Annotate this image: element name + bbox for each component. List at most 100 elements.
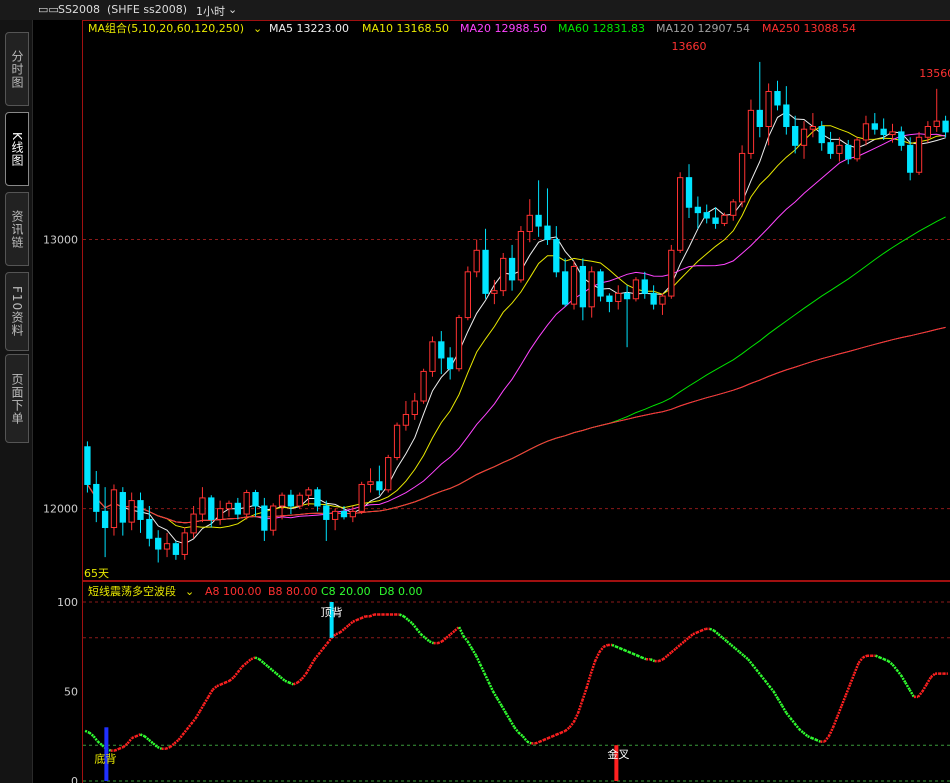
candle <box>190 505 197 539</box>
osc-segment <box>543 736 549 741</box>
candle-body <box>809 126 817 130</box>
osc-segment <box>900 674 907 684</box>
osc-segment <box>738 651 745 657</box>
osc-segment <box>360 615 367 620</box>
osc-segment <box>326 637 333 644</box>
osc-segment <box>470 647 478 657</box>
candle-body <box>464 271 471 319</box>
candle <box>110 484 118 536</box>
osc-plot-frame <box>82 581 950 783</box>
osc-segment <box>552 733 558 738</box>
osc-segment <box>815 738 821 743</box>
indicator-selector[interactable]: 短线震荡多空波段 <box>88 584 176 598</box>
osc-segment <box>399 613 405 618</box>
osc-segment <box>883 658 889 663</box>
candle <box>650 285 657 310</box>
osc-segment <box>424 636 431 643</box>
candle-body <box>597 271 604 297</box>
osc-segment <box>755 669 762 677</box>
osc-segment <box>615 645 622 650</box>
candle-body <box>376 481 383 491</box>
osc-segment <box>420 633 426 639</box>
candle <box>880 118 887 140</box>
osc-segment <box>343 624 350 630</box>
candle-body <box>765 91 772 128</box>
osc-segment <box>717 633 724 639</box>
candle <box>367 468 374 493</box>
osc-segment <box>807 735 813 740</box>
chart-area[interactable]: 12000 13000 MA组合(5,10,20,60,120,250) ⌄ MA5 … <box>0 0 950 783</box>
candle <box>703 204 710 224</box>
bottom-divergence-label: 底背 <box>94 752 116 766</box>
candle <box>358 481 365 515</box>
candle <box>526 199 533 243</box>
osc-segment <box>658 658 664 663</box>
osc-segment <box>509 719 516 728</box>
osc-segment <box>347 620 354 627</box>
osc-segment <box>666 651 673 657</box>
candle-body <box>137 500 144 520</box>
candle-body <box>500 257 507 292</box>
osc-segment <box>670 647 677 654</box>
candle-body <box>216 508 224 520</box>
candle-body <box>606 295 613 302</box>
candle <box>730 199 737 221</box>
osc-segment <box>675 644 681 650</box>
osc-segment <box>126 737 133 745</box>
osc-segment <box>747 658 754 666</box>
osc-segment <box>721 636 728 643</box>
osc-segment <box>169 742 176 748</box>
osc-segment <box>568 721 575 729</box>
candle <box>420 368 427 404</box>
osc-segment <box>593 651 601 662</box>
candle-body <box>385 457 392 491</box>
osc-segment <box>279 676 286 682</box>
candle-body <box>526 214 533 232</box>
candle <box>411 392 418 420</box>
osc-segment <box>513 726 520 734</box>
osc-segment <box>322 642 329 650</box>
candle-body <box>853 139 861 160</box>
osc-segment <box>84 729 90 734</box>
oscillator-legend: 短线震荡多空波段 ⌄ A8 100.00 B8 80.00 C8 20.00 D8 0.0… <box>88 584 422 598</box>
price-extreme-label: 13660 <box>672 40 707 53</box>
candle-body <box>190 513 197 534</box>
osc-segment <box>254 656 260 661</box>
osc-legend-item: C8 20.00 <box>321 585 371 598</box>
moving-average-lines <box>86 111 946 545</box>
osc-segment <box>275 672 282 679</box>
osc-segment <box>764 679 771 687</box>
osc-segment <box>535 740 541 745</box>
candle <box>101 487 109 558</box>
osc-segment <box>844 683 852 696</box>
candle <box>623 285 631 348</box>
osc-segment <box>305 665 312 675</box>
ma-legend-item: MA60 12831.83 <box>558 22 645 35</box>
osc-segment <box>88 731 95 738</box>
osc-segment <box>793 722 801 730</box>
osc-segment <box>556 731 562 736</box>
candle <box>385 454 392 493</box>
candle-body <box>924 126 932 138</box>
osc-segment <box>598 645 605 653</box>
candle-body <box>721 214 728 224</box>
candle <box>163 532 171 558</box>
candlestick-series <box>84 61 949 563</box>
candle-body <box>562 271 569 305</box>
osc-segment <box>445 633 452 639</box>
candle-body <box>429 341 436 372</box>
ma-group-selector[interactable]: MA组合(5,10,20,60,120,250) <box>88 21 244 35</box>
osc-segment <box>879 656 885 661</box>
candle-body <box>730 201 737 216</box>
osc-segment <box>181 728 189 736</box>
ma250-line <box>86 326 946 524</box>
candle-body <box>632 279 640 300</box>
candle-body <box>544 225 551 241</box>
osc-segment <box>831 716 839 728</box>
candle-body <box>411 400 418 415</box>
candle-body <box>367 481 374 485</box>
osc-segment <box>135 733 141 738</box>
osc-tick-label: 0 <box>71 775 78 783</box>
candle-body <box>101 510 109 529</box>
candle-body <box>747 109 755 154</box>
